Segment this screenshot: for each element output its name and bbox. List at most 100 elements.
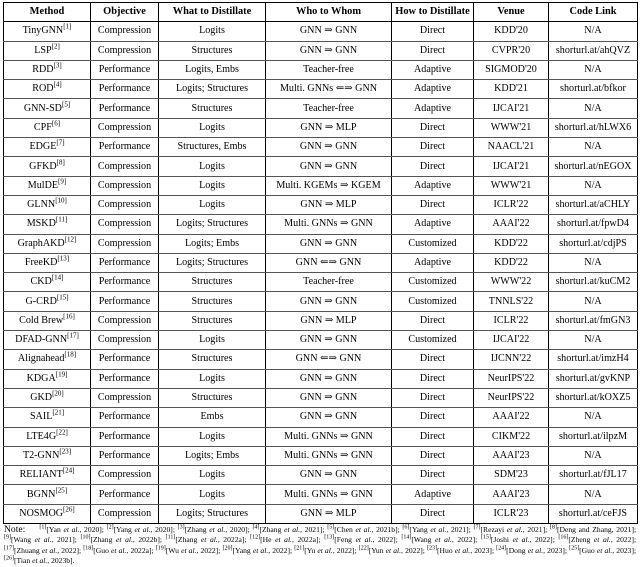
cell-method: CPF[6] [3, 117, 91, 139]
cell-method: Cold Brew[16] [3, 310, 91, 332]
cell-code-link[interactable]: shorturl.at/ilpzM [548, 426, 638, 447]
cell-code-link[interactable]: N/A [548, 21, 638, 42]
method-name: GLNN [27, 199, 56, 211]
cell-who-to-whom: GNN ⇒ GNN [265, 291, 392, 312]
cell-code-link[interactable]: shorturl.at/fJL17 [548, 465, 638, 486]
cell-who-to-whom: GNN ⇒ GNN [265, 40, 392, 61]
cell-code-link[interactable]: N/A [548, 484, 638, 505]
cell-what-to-distillate: Logits [158, 368, 266, 389]
cell-venue: TNNLS'22 [473, 291, 549, 312]
table-row: LSP[2] Compression Structures GNN ⇒ GNN Dire… [3, 40, 638, 61]
cell-code-link[interactable]: shorturl.at/ahQVZ [548, 40, 638, 61]
cell-code-link[interactable]: N/A [548, 330, 638, 351]
method-name: CKD [30, 276, 52, 288]
cell-venue: NAACL'21 [473, 137, 549, 158]
citation-entry: [25][Guo et al., 2023] [569, 545, 634, 555]
citation-text: [Zhang et al., 2022b] [90, 535, 160, 545]
method-reference: [16] [63, 312, 75, 321]
citation-number: [13] [324, 534, 335, 541]
table-row: ROD[4] Performance Logits; Structures Multi… [3, 79, 638, 100]
cell-what-to-distillate: Structures [158, 291, 266, 312]
citation-entry: [16][Zheng et al., 2022] [558, 535, 634, 545]
cell-method: FreeKD[13] [3, 252, 91, 274]
cell-code-link[interactable]: shorturl.at/gvKNP [548, 368, 638, 389]
cell-method: T2-GNN[23] [3, 445, 91, 467]
cell-code-link[interactable]: shorturl.at/bfkor [548, 79, 638, 100]
cell-code-link[interactable]: shorturl.at/fpwD4 [548, 214, 638, 235]
cell-what-to-distillate: Logits; Embs [158, 233, 266, 254]
cell-code-link[interactable]: N/A [548, 137, 638, 158]
citation-number: [23] [427, 545, 438, 552]
cell-code-link[interactable]: N/A [548, 252, 638, 274]
cell-who-to-whom: Multi. GNNs ⇐⇒ GNN [265, 79, 392, 100]
cell-code-link[interactable]: shorturl.at/hLWX6 [548, 117, 638, 139]
citation-text: [Feng et al., 2022] [334, 535, 396, 545]
cell-what-to-distillate: Structures [158, 272, 266, 293]
cell-method: G-CRD[15] [3, 291, 91, 312]
cell-method: DFAD-GNN[17] [3, 330, 91, 351]
citation-number: [2] [106, 524, 114, 531]
citation-number: [14] [401, 534, 412, 541]
citation-entry: [1][Yan et al., 2020] [39, 524, 101, 534]
cell-venue: IJCAI'22 [473, 330, 549, 351]
cell-venue: KDD'21 [473, 79, 549, 100]
cell-objective: Performance [90, 349, 159, 370]
cell-what-to-distillate: Logits [158, 330, 266, 351]
cell-how-to-distillate: Direct [391, 117, 474, 139]
method-reference: [17] [67, 331, 79, 340]
cell-who-to-whom: Multi. GNNs ⇒ GNN [265, 484, 392, 505]
citation-entry: [5][Chen et al., 2021b] [327, 524, 397, 534]
citation-text: [Zhang et al., 2021] [259, 525, 323, 535]
cell-how-to-distillate: Direct [391, 194, 474, 216]
table-row: T2-GNN[23] Performance Logits; Embs Multi. … [3, 445, 638, 467]
cell-what-to-distillate: Logits; Structures [158, 214, 266, 235]
cell-code-link[interactable]: shorturl.at/kOXZ5 [548, 387, 638, 409]
cell-who-to-whom: Teacher-free [265, 59, 392, 81]
cell-objective: Performance [90, 252, 159, 274]
cell-method: MulDE[9] [3, 175, 91, 196]
citation-number: [15] [480, 534, 491, 541]
table-row: G-CRD[15] Performance Structures GNN ⇒ GNN C… [3, 291, 638, 312]
citation-separator: ; [634, 545, 637, 555]
cell-how-to-distillate: Customized [391, 291, 474, 312]
cell-method: Alignahead[18] [3, 349, 91, 370]
method-reference: [11] [55, 216, 68, 225]
citation-entry: [19][Wu et al., 2022] [156, 545, 218, 555]
cell-how-to-distillate: Direct [391, 310, 474, 332]
cell-who-to-whom: GNN ⇒ MLP [265, 117, 392, 139]
cell-method: GKD[20] [3, 387, 91, 409]
cell-code-link[interactable]: shorturl.at/fmGN3 [548, 310, 638, 332]
method-reference: [9] [58, 177, 67, 186]
cell-code-link[interactable]: shorturl.at/aCHLY [548, 194, 638, 216]
cell-code-link[interactable]: shorturl.at/imzH4 [548, 349, 638, 370]
citation-text: [Guo et al., 2022a] [93, 545, 152, 555]
cell-code-link[interactable]: N/A [548, 98, 638, 119]
column-header-2: What to Distillate [158, 1, 266, 23]
method-reference: [25] [55, 486, 68, 495]
citation-text: [Tian et al., 2023b] [14, 556, 73, 566]
table-row: Alignahead[18] Performance Structures GNN ⇐… [3, 349, 638, 370]
cell-code-link[interactable]: N/A [548, 59, 638, 81]
citation-entry: [3][Zhang et al., 2020] [178, 524, 248, 534]
cell-how-to-distillate: Adaptive [391, 98, 474, 119]
cell-code-link[interactable]: N/A [548, 291, 638, 312]
cell-code-link[interactable]: N/A [548, 407, 638, 428]
method-reference: [2] [51, 42, 60, 51]
cell-what-to-distillate: Structures [158, 98, 266, 119]
citation-entry: [2][Yang et al., 2020] [106, 524, 173, 534]
cell-code-link[interactable]: shorturl.at/cdjPS [548, 233, 638, 254]
cell-method: BGNN[25] [3, 484, 91, 505]
cell-code-link[interactable]: N/A [548, 175, 638, 196]
cell-objective: Performance [90, 98, 159, 119]
citation-text: [He et al., 2022a] [260, 535, 319, 545]
method-reference: [10] [55, 196, 67, 205]
citation-number: [21] [294, 545, 305, 552]
cell-code-link[interactable]: N/A [548, 445, 638, 467]
cell-objective: Performance [90, 445, 159, 467]
cell-code-link[interactable]: shorturl.at/nEGOX [548, 156, 638, 177]
cell-who-to-whom: GNN ⇒ GNN [265, 330, 392, 351]
cell-how-to-distillate: Direct [391, 40, 474, 61]
cell-venue: ICLR'23 [473, 503, 549, 525]
cell-code-link[interactable]: shorturl.at/ceFJS [548, 503, 638, 525]
cell-code-link[interactable]: shorturl.at/kuCM2 [548, 272, 638, 293]
